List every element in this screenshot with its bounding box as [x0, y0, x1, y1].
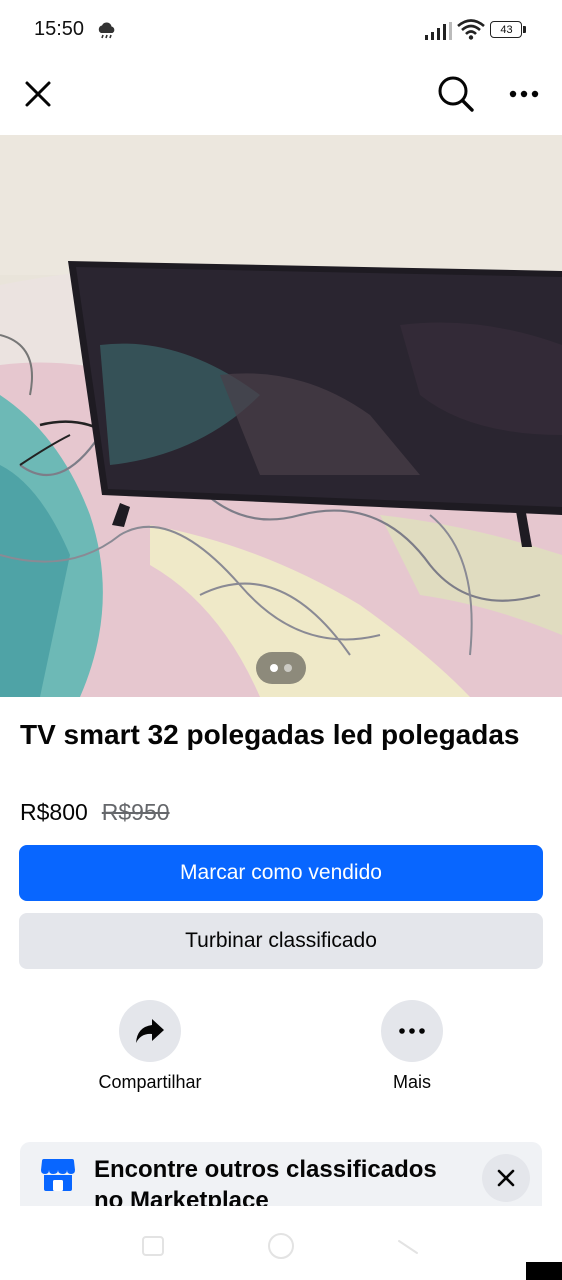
weather-icon: [98, 22, 115, 39]
price-row: R$800 R$950: [20, 797, 170, 827]
more-icon: [509, 90, 539, 98]
listing-photo[interactable]: [0, 135, 562, 697]
boost-listing-button[interactable]: Turbinar classificado: [19, 913, 543, 969]
signal-icon: [425, 22, 452, 40]
share-icon: [136, 1019, 164, 1043]
photo-page-indicator: [256, 652, 306, 684]
listing-title: TV smart 32 polegadas led polegadas: [20, 719, 520, 750]
photo-dot: [284, 664, 292, 672]
battery-icon: 43: [490, 21, 526, 38]
photo-dot-active: [270, 664, 278, 672]
more-label: Mais: [392, 1072, 431, 1092]
tv-photo: [0, 135, 562, 697]
home-icon: [268, 1233, 294, 1259]
close-icon: [25, 81, 51, 107]
home-button[interactable]: [261, 1226, 301, 1266]
more-options-button[interactable]: [504, 74, 544, 114]
battery-level-text: 43: [500, 24, 513, 36]
more-icon: [399, 1028, 425, 1034]
system-nav-bar: [0, 1206, 562, 1280]
recent-apps-button[interactable]: [133, 1226, 173, 1266]
search-button[interactable]: [434, 72, 478, 116]
recent-apps-icon: [142, 1236, 164, 1256]
marketplace-store-icon: [41, 1159, 75, 1191]
close-button[interactable]: [18, 74, 58, 114]
more-action[interactable]: Mais: [342, 1000, 482, 1093]
status-bar: 15:50 43: [0, 0, 562, 62]
share-label: Compartilhar: [98, 1072, 202, 1092]
screen-corner: [526, 1262, 562, 1280]
dismiss-promo-button[interactable]: [482, 1154, 530, 1202]
mark-as-sold-button[interactable]: Marcar como vendido: [19, 845, 543, 901]
share-button[interactable]: [119, 1000, 181, 1062]
status-time: 15:50: [34, 18, 85, 40]
original-price: R$950: [101, 798, 170, 825]
current-price: R$800: [20, 798, 88, 825]
back-button[interactable]: [388, 1226, 428, 1266]
share-action[interactable]: Compartilhar: [80, 1000, 220, 1093]
wifi-icon: [457, 19, 485, 40]
search-icon: [438, 76, 474, 112]
more-button[interactable]: [381, 1000, 443, 1062]
close-icon: [497, 1169, 515, 1187]
back-icon: [398, 1240, 418, 1254]
